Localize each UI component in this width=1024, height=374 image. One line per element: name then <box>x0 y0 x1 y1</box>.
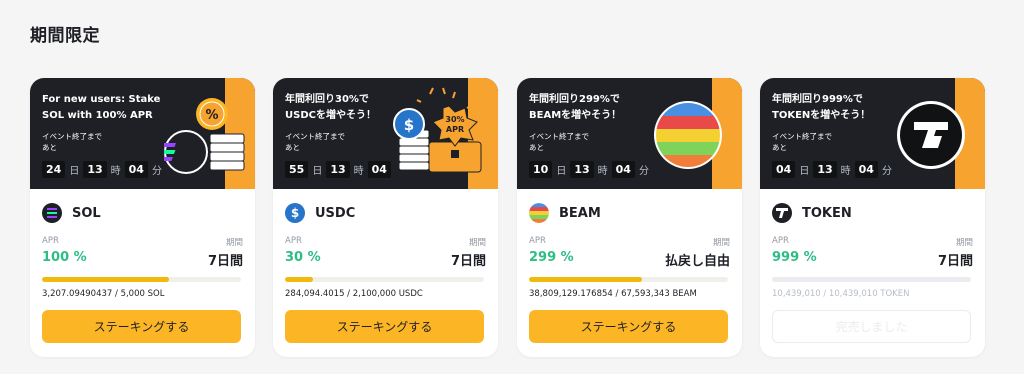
stake-button[interactable]: ステーキングする <box>529 310 728 343</box>
staked-amount: 10,439,010 / 10,439,010 TOKEN <box>772 289 910 299</box>
ends-label-line1: イベント終了まで <box>772 132 832 141</box>
sol-icon <box>42 203 62 223</box>
period-value: 7日間 <box>450 254 486 269</box>
staked-amount: 38,809,129.176854 / 67,593,343 BEAM <box>529 289 697 299</box>
svg-text:30%: 30% <box>445 115 464 124</box>
token-row: SOL <box>42 203 101 223</box>
svg-text:%: % <box>205 108 218 123</box>
beam-banner-icon <box>654 101 722 169</box>
countdown-hours: 13 <box>570 161 594 178</box>
treasure-chest-icon: $ 30% APR <box>393 87 482 173</box>
apr-label: APR <box>285 236 302 246</box>
countdown-hours: 13 <box>326 161 350 178</box>
ends-label-line1: イベント終了まで <box>42 132 102 141</box>
apr-label: APR <box>42 236 59 246</box>
card-token: 年間利回り999%で TOKENを増やそう！ イベント終了まで あと 04 日 … <box>760 78 985 357</box>
progress-fill <box>42 277 170 282</box>
token-name: SOL <box>72 205 101 221</box>
ends-label: イベント終了まで あと <box>772 131 832 153</box>
card-banner: 年間利回り30%で USDCを増やそう！ イベント終了まで あと 55 日 13… <box>273 78 498 189</box>
progress-fill <box>285 277 313 282</box>
apr-label: APR <box>529 236 546 246</box>
countdown-days: 24 <box>42 161 66 178</box>
countdown: 04 日 13 時 04 分 <box>772 161 896 178</box>
countdown-days: 04 <box>772 161 796 178</box>
progress-bar <box>42 277 241 282</box>
countdown-minutes: 04 <box>854 161 878 178</box>
card-banner: 年間利回り299%で BEAMを増やそう！ イベント終了まで あと 10 日 1… <box>517 78 742 189</box>
period-value: 7日間 <box>937 254 973 269</box>
ends-label: イベント終了まで あと <box>529 131 589 153</box>
countdown-hours-unit: 時 <box>353 166 364 177</box>
apr-value: 999 % <box>772 250 817 265</box>
apr-value: 30 % <box>285 250 321 265</box>
period-value: 払戻し自由 <box>664 254 730 269</box>
sold-out-button[interactable]: 完売しました <box>772 310 971 343</box>
progress-fill <box>772 277 971 282</box>
token-icon <box>772 203 792 223</box>
ends-label-line2: あと <box>529 143 544 152</box>
period-label: 期間 <box>955 238 973 248</box>
countdown-minutes-unit: 分 <box>151 166 162 177</box>
ends-label-line1: イベント終了まで <box>285 132 345 141</box>
countdown-hours-unit: 時 <box>110 166 121 177</box>
countdown-days: 10 <box>529 161 553 178</box>
countdown-hours-unit: 時 <box>597 166 608 177</box>
ends-label-line2: あと <box>285 143 300 152</box>
period-label: 期間 <box>225 238 243 248</box>
ends-label: イベント終了まで あと <box>42 131 102 153</box>
token-name: USDC <box>315 205 356 221</box>
ends-label-line2: あと <box>42 143 57 152</box>
countdown: 55 日 13 時 04 <box>285 161 391 178</box>
countdown-days-unit: 日 <box>69 166 80 177</box>
countdown-days-unit: 日 <box>556 166 567 177</box>
stake-button[interactable]: ステーキングする <box>285 310 484 343</box>
countdown-minutes-unit: 分 <box>638 166 649 177</box>
token-row: BEAM <box>529 203 601 223</box>
countdown-hours: 13 <box>813 161 837 178</box>
countdown-minutes: 04 <box>611 161 635 178</box>
progress-bar <box>529 277 728 282</box>
progress-bar <box>772 277 971 282</box>
staked-amount: 284,094.4015 / 2,100,000 USDC <box>285 289 423 299</box>
countdown: 24 日 13 時 04 分 <box>42 161 166 178</box>
apr-label: APR <box>772 236 789 246</box>
countdown-days-unit: 日 <box>799 166 810 177</box>
token-banner-icon <box>897 101 965 169</box>
stake-button[interactable]: ステーキングする <box>42 310 241 343</box>
apr-value: 299 % <box>529 250 574 265</box>
ends-label: イベント終了まで あと <box>285 131 345 153</box>
card-usdc: 年間利回り30%で USDCを増やそう！ イベント終了まで あと 55 日 13… <box>273 78 498 357</box>
period-value: 7日間 <box>207 254 243 269</box>
ends-label-line2: あと <box>772 143 787 152</box>
svg-text:APR: APR <box>446 125 464 134</box>
card-banner: For new users: Stake SOL with 100% APR イ… <box>30 78 255 189</box>
staked-amount: 3,207.09490437 / 5,000 SOL <box>42 289 165 299</box>
sol-banner-art-icon: % <box>164 98 245 174</box>
apr-value: 100 % <box>42 250 87 265</box>
token-name: TOKEN <box>802 205 852 221</box>
period-label: 期間 <box>712 238 730 248</box>
countdown-hours-unit: 時 <box>840 166 851 177</box>
countdown: 10 日 13 時 04 分 <box>529 161 653 178</box>
svg-text:$: $ <box>404 116 414 134</box>
card-beam: 年間利回り299%で BEAMを増やそう！ イベント終了まで あと 10 日 1… <box>517 78 742 357</box>
card-banner: 年間利回り999%で TOKENを増やそう！ イベント終了まで あと 04 日 … <box>760 78 985 189</box>
token-row: $ USDC <box>285 203 355 223</box>
countdown-hours: 13 <box>83 161 107 178</box>
countdown-days-unit: 日 <box>312 166 323 177</box>
beam-icon <box>529 203 549 223</box>
progress-fill <box>529 277 643 282</box>
period-label: 期間 <box>468 238 486 248</box>
countdown-days: 55 <box>285 161 309 178</box>
section-title: 期間限定 <box>30 26 100 46</box>
progress-bar <box>285 277 484 282</box>
countdown-minutes-unit: 分 <box>881 166 892 177</box>
usdc-icon: $ <box>285 203 305 223</box>
card-sol: For new users: Stake SOL with 100% APR イ… <box>30 78 255 357</box>
token-row: TOKEN <box>772 203 852 223</box>
token-name: BEAM <box>559 205 601 221</box>
countdown-minutes: 04 <box>124 161 148 178</box>
ends-label-line1: イベント終了まで <box>529 132 589 141</box>
